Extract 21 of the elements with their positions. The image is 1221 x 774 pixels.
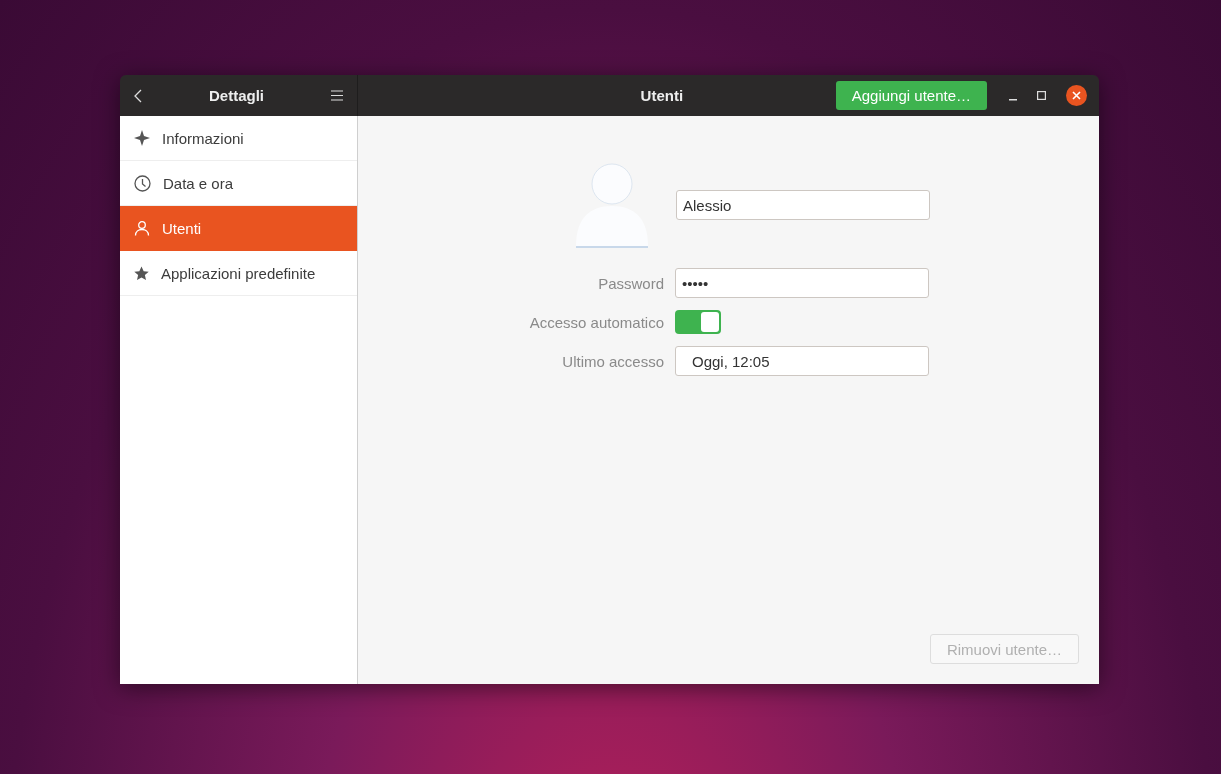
close-icon[interactable] xyxy=(1066,85,1087,106)
field-label: Ultimo accesso xyxy=(561,352,664,370)
field-label: Password xyxy=(597,274,664,292)
field-label: Accesso automatico xyxy=(528,313,664,331)
sidebar-title: Dettagli xyxy=(208,87,265,104)
minimize-icon[interactable] xyxy=(1009,98,1017,101)
person-icon xyxy=(134,220,150,236)
password-field[interactable]: ••••• xyxy=(675,268,929,298)
sidebar-item[interactable]: Utenti xyxy=(120,206,357,251)
sidebar-item[interactable]: Applicazioni predefinite xyxy=(120,251,357,296)
name-field[interactable]: Alessio xyxy=(676,190,930,220)
back-icon[interactable] xyxy=(134,88,142,103)
maximize-icon[interactable] xyxy=(1037,91,1046,100)
window-title: Utenti xyxy=(639,87,685,104)
toggle-switch[interactable] xyxy=(675,310,721,334)
sparkle-icon xyxy=(134,130,150,146)
clock-icon xyxy=(134,174,151,192)
star-icon xyxy=(134,265,149,281)
sidebar-item[interactable]: Informazioni xyxy=(120,116,357,161)
menu-icon[interactable] xyxy=(331,90,343,101)
last-login-button[interactable]: Oggi, 12:05 xyxy=(675,346,929,376)
